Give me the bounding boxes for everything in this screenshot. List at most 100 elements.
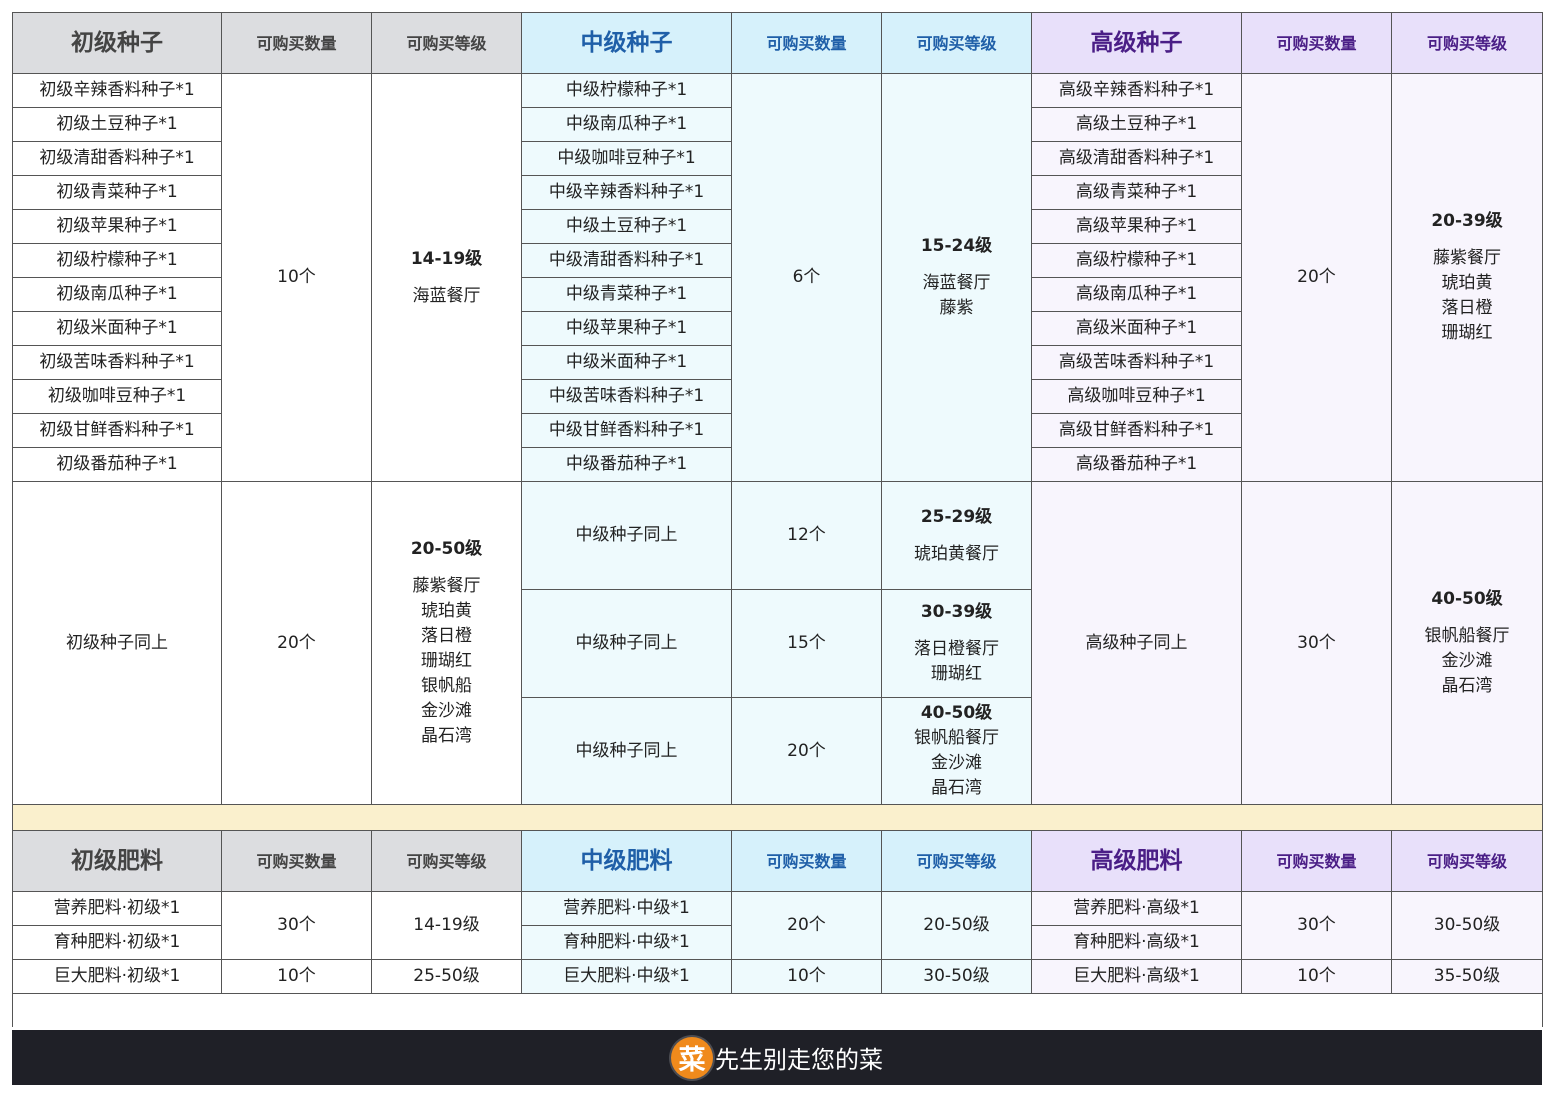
high-seed-qty-2: 30个 xyxy=(1241,481,1392,805)
high-seed-item: 高级青菜种子*1 xyxy=(1031,175,1242,210)
high-seed-item: 高级苹果种子*1 xyxy=(1031,209,1242,244)
level-note: 落日橙 xyxy=(1441,298,1493,318)
high-seed-item: 高级辛辣香料种子*1 xyxy=(1031,73,1242,108)
mid-lvl-header: 可购买等级 xyxy=(881,12,1032,74)
basic-seed-item: 初级青菜种子*1 xyxy=(12,175,222,210)
high-fertilizer-qty: 30个 xyxy=(1241,891,1392,960)
level-range: 40-50级 xyxy=(1431,589,1503,609)
mid-seed-header: 中级种子 xyxy=(521,12,732,74)
mid-seed-same: 中级种子同上 xyxy=(521,481,732,590)
mid-seed-qty-2: 12个 xyxy=(731,481,882,590)
high-qty-header: 可购买数量 xyxy=(1241,12,1392,74)
mid-seed-qty-2: 20个 xyxy=(731,697,882,805)
footer-text: 先生别走您的菜 xyxy=(715,1046,883,1074)
seed-header-row: 初级种子 可购买数量 可购买等级 中级种子 可购买数量 可购买等级 高级种子 可… xyxy=(12,12,1543,74)
high-fertilizer-qty: 10个 xyxy=(1241,959,1392,994)
basic-seed-same: 初级种子同上 xyxy=(12,481,222,805)
basic-seed-item: 初级甘鲜香料种子*1 xyxy=(12,413,222,448)
high-seed-item: 高级南瓜种子*1 xyxy=(1031,277,1242,312)
level-note: 金沙滩 xyxy=(931,753,982,773)
level-note: 落日橙 xyxy=(421,626,472,646)
level-note: 珊瑚红 xyxy=(421,651,472,671)
basic-seed-qty: 10个 xyxy=(221,73,372,482)
mid-fertilizer-level: 20-50级 xyxy=(881,891,1032,960)
fertilizer-header-row: 初级肥料 可购买数量 可购买等级 中级肥料 可购买数量 可购买等级 高级肥料 可… xyxy=(12,830,1543,892)
mid-qty-header: 可购买数量 xyxy=(731,830,882,892)
level-range: 40-50级 xyxy=(920,703,993,723)
mid-fertilizer-qty: 20个 xyxy=(731,891,882,960)
basic-qty-header: 可购买数量 xyxy=(221,12,372,74)
level-note: 银帆船餐厅 xyxy=(1424,626,1510,646)
basic-seed-item: 初级南瓜种子*1 xyxy=(12,277,222,312)
footer-banner: 菜 先生别走您的菜 xyxy=(12,1030,1542,1085)
mid-seed-item: 中级甘鲜香料种子*1 xyxy=(521,413,732,448)
level-note: 珊瑚红 xyxy=(931,664,982,684)
table-row: 巨大肥料·初级*1 10个 25-50级 巨大肥料·中级*1 10个 30-50… xyxy=(12,959,1543,994)
level-note: 琥珀黄 xyxy=(421,601,472,621)
high-seed-item: 高级番茄种子*1 xyxy=(1031,447,1242,482)
basic-seed-header: 初级种子 xyxy=(12,12,222,74)
level-note: 藤紫餐厅 xyxy=(412,576,481,596)
basic-fertilizer-item: 营养肥料·初级*1 xyxy=(12,891,222,926)
high-fertilizer-item: 营养肥料·高级*1 xyxy=(1031,891,1242,926)
high-qty-header: 可购买数量 xyxy=(1241,830,1392,892)
mid-seed-level-2: 25-29级 琥珀黄餐厅 xyxy=(881,481,1032,590)
high-seed-item: 高级米面种子*1 xyxy=(1031,311,1242,346)
basic-fertilizer-qty: 30个 xyxy=(221,891,372,960)
logo-icon: 菜 xyxy=(671,1036,713,1079)
mid-seed-item: 中级青菜种子*1 xyxy=(521,277,732,312)
level-note: 藤紫餐厅 xyxy=(1433,248,1501,268)
basic-seed-item: 初级米面种子*1 xyxy=(12,311,222,346)
high-seed-level-2: 40-50级 银帆船餐厅 金沙滩 晶石湾 xyxy=(1391,481,1543,805)
high-seed-header: 高级种子 xyxy=(1031,12,1242,74)
basic-seed-item: 初级番茄种子*1 xyxy=(12,447,222,482)
high-seed-same: 高级种子同上 xyxy=(1031,481,1242,805)
mid-seed-item: 中级苦味香料种子*1 xyxy=(521,379,732,414)
basic-fertilizer-item: 育种肥料·初级*1 xyxy=(12,925,222,960)
basic-qty-header: 可购买数量 xyxy=(221,830,372,892)
level-note: 海蓝餐厅 xyxy=(412,285,481,306)
mid-seed-same: 中级种子同上 xyxy=(521,589,732,698)
mid-fertilizer-item: 巨大肥料·中级*1 xyxy=(521,959,732,994)
mid-seed-item: 中级辛辣香料种子*1 xyxy=(521,175,732,210)
mid-seed-item: 中级苹果种子*1 xyxy=(521,311,732,346)
high-fertilizer-item: 巨大肥料·高级*1 xyxy=(1031,959,1242,994)
mid-seed-item: 中级南瓜种子*1 xyxy=(521,107,732,142)
mid-qty-header: 可购买数量 xyxy=(731,12,882,74)
level-note: 银帆船餐厅 xyxy=(914,728,999,748)
level-note: 晶石湾 xyxy=(1441,676,1493,696)
level-range: 20-50级 xyxy=(410,539,483,559)
mid-seed-level-2: 40-50级 银帆船餐厅 金沙滩 晶石湾 xyxy=(881,697,1032,805)
mid-seed-item: 中级咖啡豆种子*1 xyxy=(521,141,732,176)
level-note: 落日橙餐厅 xyxy=(914,639,999,659)
basic-seed-item: 初级苹果种子*1 xyxy=(12,209,222,244)
high-seed-item: 高级咖啡豆种子*1 xyxy=(1031,379,1242,414)
high-seed-level: 20-39级 藤紫餐厅 琥珀黄 落日橙 珊瑚红 xyxy=(1391,73,1543,482)
high-seed-item: 高级苦味香料种子*1 xyxy=(1031,345,1242,380)
basic-seed-item: 初级咖啡豆种子*1 xyxy=(12,379,222,414)
mid-seed-item: 中级番茄种子*1 xyxy=(521,447,732,482)
basic-seed-item: 初级柠檬种子*1 xyxy=(12,243,222,278)
mid-lvl-header: 可购买等级 xyxy=(881,830,1032,892)
mid-seed-level-2: 30-39级 落日橙餐厅 珊瑚红 xyxy=(881,589,1032,698)
mid-seed-item: 中级米面种子*1 xyxy=(521,345,732,380)
mid-seed-item: 中级土豆种子*1 xyxy=(521,209,732,244)
basic-seed-item: 初级苦味香料种子*1 xyxy=(12,345,222,380)
table-row: 初级种子同上 20个 20-50级 藤紫餐厅 琥珀黄 落日橙 珊瑚红 银帆船 金… xyxy=(12,481,1543,805)
mid-fertilizer-level: 30-50级 xyxy=(881,959,1032,994)
level-range: 25-29级 xyxy=(920,506,993,527)
mid-fertilizer-item: 育种肥料·中级*1 xyxy=(521,925,732,960)
basic-seed-level-2: 20-50级 藤紫餐厅 琥珀黄 落日橙 珊瑚红 银帆船 金沙滩 晶石湾 xyxy=(371,481,522,805)
level-note: 海蓝餐厅 xyxy=(922,273,991,293)
high-seed-item: 高级清甜香料种子*1 xyxy=(1031,141,1242,176)
high-fertilizer-header: 高级肥料 xyxy=(1031,830,1242,892)
mid-seed-qty-2: 15个 xyxy=(731,589,882,698)
basic-seed-level: 14-19级 海蓝餐厅 xyxy=(371,73,522,482)
basic-fertilizer-level: 25-50级 xyxy=(371,959,522,994)
level-range: 14-19级 xyxy=(410,248,483,269)
level-range: 15-24级 xyxy=(920,236,993,256)
mid-seed-same: 中级种子同上 xyxy=(521,697,732,805)
high-seed-item: 高级甘鲜香料种子*1 xyxy=(1031,413,1242,448)
basic-seed-item: 初级辛辣香料种子*1 xyxy=(12,73,222,108)
high-fertilizer-item: 育种肥料·高级*1 xyxy=(1031,925,1242,960)
